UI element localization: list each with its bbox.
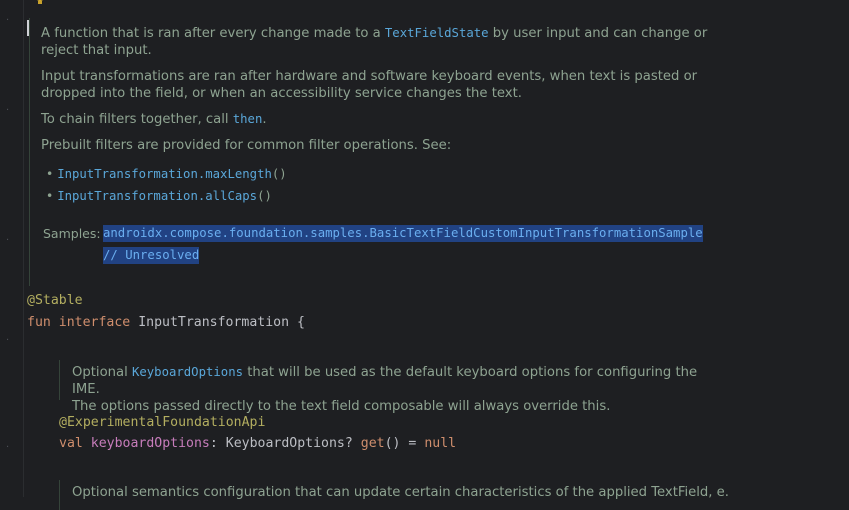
gutter-fold-marker[interactable]: · bbox=[6, 16, 12, 26]
property-name[interactable]: keyboardOptions bbox=[91, 436, 210, 451]
gutter-fold-marker[interactable]: · bbox=[6, 336, 12, 346]
doc-line: The options passed directly to the text … bbox=[72, 399, 611, 414]
experimental-annotation: @ExperimentalFoundationApi bbox=[59, 415, 266, 430]
doc-line: dropped into the field, or when an acces… bbox=[41, 86, 522, 101]
null-literal: null bbox=[424, 436, 457, 451]
samples-comment: // Unresolved bbox=[103, 247, 200, 264]
doc-link-allcaps[interactable]: InputTransformation.allCaps bbox=[57, 189, 257, 203]
doc-comment-input-transformation: A function that is ran after every chang… bbox=[29, 18, 721, 286]
gutter-fold-marker[interactable]: · bbox=[6, 236, 12, 246]
keyword-val: val bbox=[59, 436, 83, 451]
editor-gutter: · · · · · bbox=[0, 0, 24, 497]
open-brace: { bbox=[297, 315, 305, 330]
doc-line: Input transformations are ran after hard… bbox=[41, 69, 698, 84]
doc-comment-keyboard-options: Optional KeyboardOptions that will be us… bbox=[59, 360, 712, 414]
interface-name[interactable]: InputTransformation bbox=[138, 315, 289, 330]
doc-text: A function that is ran after every chang… bbox=[41, 26, 385, 41]
stable-annotation: @Stable bbox=[27, 293, 83, 308]
doc-bullet-list: • InputTransformation.maxLength() • Inpu… bbox=[41, 163, 721, 207]
doc-link-sample[interactable]: androidx.compose.foundation.samples.Basi… bbox=[103, 225, 703, 242]
doc-link-maxlength[interactable]: InputTransformation.maxLength bbox=[57, 167, 272, 181]
gutter-fold-marker[interactable]: · bbox=[6, 443, 12, 453]
doc-line: Optional KeyboardOptions that will be us… bbox=[72, 364, 712, 398]
property-type[interactable]: KeyboardOptions? bbox=[226, 436, 353, 451]
doc-link-keyboardoptions[interactable]: KeyboardOptions bbox=[132, 365, 243, 379]
keyboard-options-property: val keyboardOptions: KeyboardOptions? ge… bbox=[59, 435, 456, 452]
doc-text: () bbox=[257, 189, 272, 203]
list-item: • InputTransformation.allCaps() bbox=[46, 189, 272, 203]
doc-comment-semantics: Optional semantics configuration that ca… bbox=[59, 480, 732, 510]
getter-body: () = bbox=[384, 436, 425, 451]
getter-keyword: get bbox=[360, 436, 385, 451]
list-item: • InputTransformation.maxLength() bbox=[46, 167, 287, 181]
samples-label: Samples: bbox=[43, 226, 101, 241]
keyword-interface: interface bbox=[58, 315, 131, 330]
doc-samples: Samples: androidx.compose.foundation.sam… bbox=[41, 225, 721, 269]
doc-line: A function that is ran after every chang… bbox=[41, 25, 721, 42]
colon: : bbox=[209, 436, 218, 451]
doc-link-textfieldstate[interactable]: TextFieldState bbox=[385, 26, 489, 40]
doc-line: Prebuilt filters are provided for common… bbox=[41, 138, 452, 153]
doc-text: . bbox=[262, 112, 267, 127]
gutter-fold-marker[interactable]: · bbox=[6, 106, 12, 116]
doc-text: () bbox=[271, 167, 287, 181]
doc-text: To chain filters together, call bbox=[41, 112, 233, 127]
doc-line: Optional semantics configuration that ca… bbox=[72, 485, 729, 500]
doc-text: Optional bbox=[72, 365, 132, 380]
doc-line: To chain filters together, call then. bbox=[41, 111, 721, 128]
keyword-fun: fun bbox=[27, 315, 51, 330]
interface-declaration: fun interface InputTransformation { bbox=[27, 314, 305, 331]
doc-text: by user input and can change or bbox=[488, 26, 708, 41]
doc-line: reject that input. bbox=[41, 43, 152, 58]
doc-link-then[interactable]: then bbox=[233, 112, 263, 126]
lightbulb-icon[interactable] bbox=[34, 0, 46, 8]
